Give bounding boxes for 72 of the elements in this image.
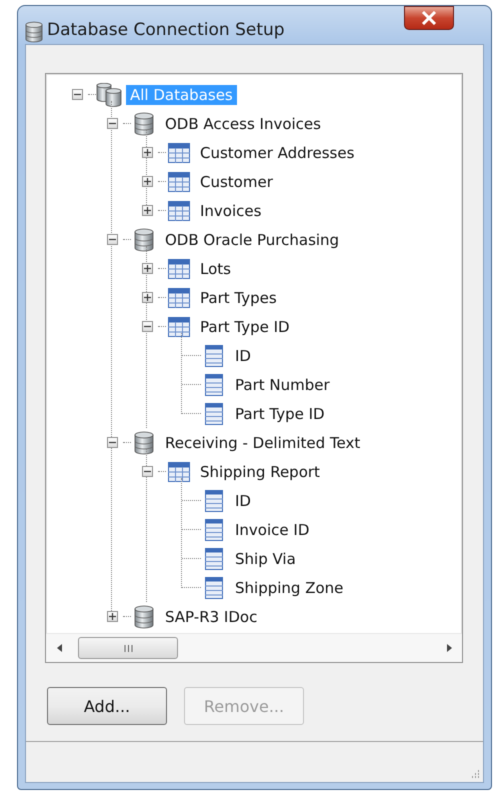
tree-item[interactable]: Ship Via	[231, 548, 300, 568]
plus-icon	[144, 178, 150, 185]
column-icon	[205, 576, 223, 598]
column-icon	[205, 374, 223, 396]
collapse-toggle[interactable]	[142, 321, 152, 332]
tree-item[interactable]: Part Type ID	[231, 404, 329, 424]
caret-right-icon	[446, 644, 452, 652]
grip-icon	[124, 644, 132, 652]
column-icon	[205, 548, 223, 570]
plus-icon	[144, 207, 150, 214]
horizontal-scrollbar[interactable]	[46, 633, 462, 662]
collapse-toggle[interactable]	[106, 118, 118, 129]
tree-item[interactable]: Shipping Report	[196, 462, 324, 482]
minus-icon	[108, 120, 116, 127]
tree-item[interactable]: Part Number	[231, 374, 334, 394]
plus-icon	[144, 294, 150, 301]
expand-toggle[interactable]	[142, 176, 152, 187]
close-button[interactable]	[404, 6, 454, 30]
table-icon	[168, 258, 190, 278]
column-icon	[205, 490, 223, 512]
expand-toggle[interactable]	[142, 205, 152, 216]
plus-icon	[144, 265, 150, 272]
collapse-toggle[interactable]	[142, 466, 152, 477]
tree-item[interactable]: Receiving - Delimited Text	[161, 432, 364, 452]
table-icon	[168, 462, 190, 482]
tree-item[interactable]: ID	[231, 346, 255, 366]
table-icon	[168, 288, 190, 308]
expand-toggle[interactable]	[142, 147, 152, 158]
dialog-button[interactable]: Add...	[47, 687, 167, 725]
tree-item[interactable]: Invoice ID	[231, 520, 314, 540]
tree-item[interactable]: Invoices	[196, 200, 266, 220]
database-icon	[25, 20, 43, 44]
tree-item[interactable]: SAP-R3 IDoc	[161, 606, 262, 626]
database-icon	[134, 112, 154, 136]
expand-toggle[interactable]	[142, 292, 152, 303]
tree-item[interactable]: ODB Oracle Purchasing	[161, 230, 344, 250]
minus-icon	[74, 91, 80, 98]
close-icon	[421, 11, 437, 25]
tree-item[interactable]: Part Type ID	[196, 316, 294, 336]
caret-left-icon	[56, 644, 62, 652]
tree-item[interactable]: Part Types	[196, 288, 281, 308]
tree-item[interactable]: Customer Addresses	[196, 142, 358, 162]
tree-item[interactable]: ID	[231, 490, 255, 510]
tree-item[interactable]: Lots	[196, 258, 235, 278]
collapse-toggle[interactable]	[106, 437, 118, 448]
plus-icon	[108, 613, 116, 620]
column-icon	[205, 402, 223, 424]
table-icon	[168, 200, 190, 220]
tree-item[interactable]: Shipping Zone	[231, 578, 348, 598]
scroll-thumb[interactable]	[78, 637, 178, 659]
tree-item[interactable]: Customer	[196, 172, 277, 192]
table-icon	[168, 142, 190, 162]
minus-icon	[144, 323, 150, 330]
expand-toggle[interactable]	[106, 611, 118, 622]
database-icon	[134, 604, 154, 628]
minus-icon	[108, 439, 116, 446]
plus-icon	[144, 149, 150, 156]
table-icon	[168, 172, 190, 192]
database-icon	[134, 430, 154, 454]
table-icon	[168, 316, 190, 336]
window-title: Database Connection Setup	[47, 19, 286, 41]
collapse-toggle[interactable]	[72, 89, 82, 100]
databases-icon	[96, 82, 122, 106]
tree-item[interactable]: ODB Access Invoices	[161, 114, 325, 134]
resize-grip-icon[interactable]	[470, 769, 480, 779]
expand-toggle[interactable]	[142, 263, 152, 274]
column-icon	[205, 344, 223, 366]
collapse-toggle[interactable]	[106, 234, 118, 245]
minus-icon	[108, 236, 116, 243]
column-icon	[205, 518, 223, 540]
minus-icon	[144, 468, 150, 475]
database-icon	[134, 228, 154, 252]
